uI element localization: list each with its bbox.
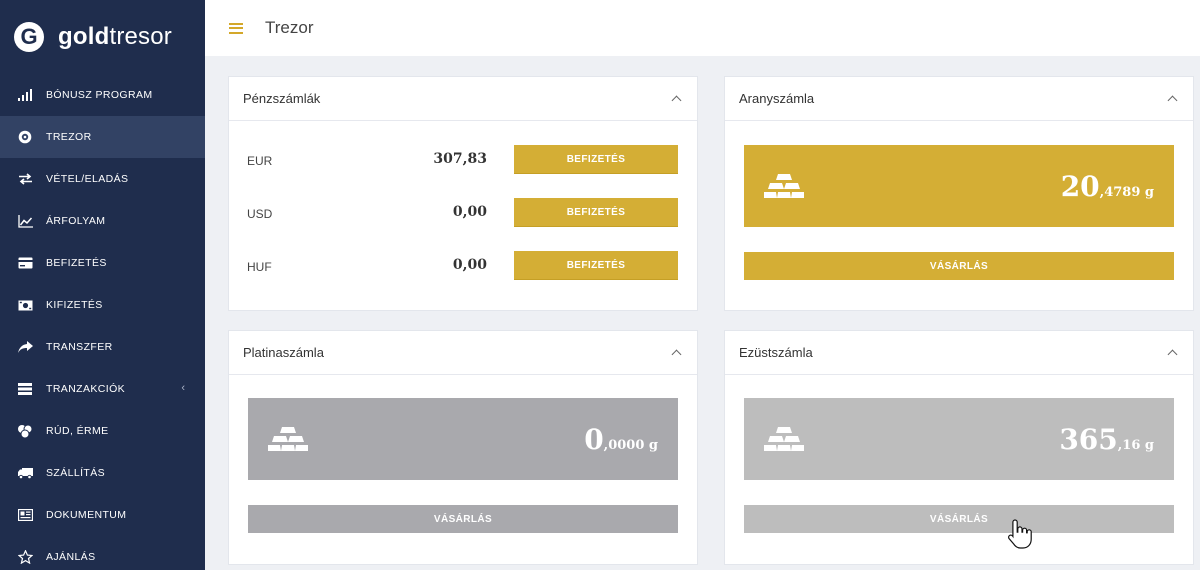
sidebar: G goldtresor BÓNUSZ PROGRAM TREZOR VÉTEL… — [0, 0, 205, 570]
currency-amount: 0,00 — [452, 204, 487, 220]
currency-amount: 307,83 — [433, 151, 487, 167]
currency-code: EUR — [247, 154, 273, 168]
sidebar-item-befizetes[interactable]: BEFIZETÉS — [0, 242, 205, 284]
hamburger-menu-icon[interactable] — [229, 22, 243, 34]
sidebar-item-trezor[interactable]: TREZOR — [0, 116, 205, 158]
logo-text-light: tresor — [109, 23, 173, 50]
page-title: Trezor — [265, 18, 314, 37]
logo-mark-icon: G — [14, 22, 44, 52]
silver-balance-box: 365,16 g — [744, 398, 1174, 480]
exchange-icon — [17, 171, 33, 187]
sidebar-item-rud-erme[interactable]: RÚD, ÉRME — [0, 410, 205, 452]
chevron-up-icon[interactable] — [671, 94, 681, 104]
sidebar-item-label: BEFIZETÉS — [46, 257, 107, 269]
silver-account-card: Ezüstszámla 365,16 g VÁSÁRLÁS — [724, 330, 1194, 565]
share-arrow-icon — [17, 339, 33, 355]
gold-balance: 20,4789 g — [1061, 170, 1154, 203]
credit-card-icon — [17, 255, 33, 271]
star-icon — [17, 549, 33, 565]
chevron-left-icon[interactable]: ‹ — [181, 382, 185, 394]
platinum-bars-icon — [268, 427, 308, 451]
sidebar-item-label: DOKUMENTUM — [46, 509, 127, 521]
sidebar-item-dokumentum[interactable]: DOKUMENTUM — [0, 494, 205, 536]
coins-icon — [17, 423, 33, 439]
card-title: Platinaszámla — [243, 345, 324, 360]
sidebar-item-tranzakciok[interactable]: TRANZAKCIÓK ‹ — [0, 368, 205, 410]
logo[interactable]: G goldtresor — [0, 0, 205, 74]
sidebar-item-label: VÉTEL/ELADÁS — [46, 173, 129, 185]
platinum-account-card: Platinaszámla 0,0000 g VÁSÁRLÁS — [228, 330, 698, 565]
currency-code: HUF — [247, 260, 272, 274]
silver-bars-icon — [764, 427, 804, 451]
currency-row-huf: HUF 0,00 BEFIZETÉS — [229, 251, 697, 281]
balance-fraction: ,4789 g — [1099, 184, 1154, 200]
currency-row-usd: USD 0,00 BEFIZETÉS — [229, 198, 697, 228]
balance-whole: 0 — [584, 422, 604, 456]
sidebar-item-szallitas[interactable]: SZÁLLÍTÁS — [0, 452, 205, 494]
sidebar-item-label: RÚD, ÉRME — [46, 425, 109, 437]
logo-text: goldtresor — [58, 23, 172, 51]
balance-whole: 20 — [1060, 169, 1100, 203]
sidebar-item-kifizetes[interactable]: KIFIZETÉS — [0, 284, 205, 326]
sidebar-item-bonusz-program[interactable]: BÓNUSZ PROGRAM — [0, 74, 205, 116]
gold-buy-button[interactable]: VÁSÁRLÁS — [744, 252, 1174, 280]
deposit-button-eur[interactable]: BEFIZETÉS — [514, 145, 678, 174]
sidebar-item-label: KIFIZETÉS — [46, 299, 103, 311]
balance-fraction: ,0000 g — [603, 437, 658, 453]
logo-text-bold: gold — [58, 23, 110, 50]
money-icon — [17, 297, 33, 313]
balance-fraction: ,16 g — [1117, 437, 1154, 453]
list-icon — [17, 381, 33, 397]
sidebar-item-label: TRANZAKCIÓK — [46, 383, 126, 395]
sidebar-item-vetel-eladas[interactable]: VÉTEL/ELADÁS — [0, 158, 205, 200]
cash-accounts-card: Pénzszámlák EUR 307,83 BEFIZETÉS USD 0,0… — [228, 76, 698, 311]
card-header: Pénzszámlák — [229, 77, 697, 121]
deposit-button-huf[interactable]: BEFIZETÉS — [514, 251, 678, 280]
silver-buy-button[interactable]: VÁSÁRLÁS — [744, 505, 1174, 533]
chevron-up-icon[interactable] — [1167, 348, 1177, 358]
sidebar-item-arfolyam[interactable]: ÁRFOLYAM — [0, 200, 205, 242]
platinum-balance: 0,0000 g — [584, 423, 658, 456]
currency-row-eur: EUR 307,83 BEFIZETÉS — [229, 145, 697, 175]
sidebar-item-transzfer[interactable]: TRANSZFER — [0, 326, 205, 368]
sidebar-item-label: ÁRFOLYAM — [46, 215, 106, 227]
card-title: Ezüstszámla — [739, 345, 813, 360]
currency-code: USD — [247, 207, 273, 221]
card-header: Platinaszámla — [229, 331, 697, 375]
gold-account-card: Aranyszámla 20,4789 g VÁSÁRLÁS — [724, 76, 1194, 311]
topbar: Trezor — [205, 0, 1200, 56]
card-title: Pénzszámlák — [243, 91, 321, 106]
chevron-up-icon[interactable] — [671, 348, 681, 358]
bar-chart-icon — [17, 87, 33, 103]
document-icon — [17, 507, 33, 523]
sidebar-item-label: BÓNUSZ PROGRAM — [46, 89, 153, 101]
silver-balance: 365,16 g — [1059, 423, 1154, 456]
card-header: Ezüstszámla — [725, 331, 1193, 375]
card-header: Aranyszámla — [725, 77, 1193, 121]
card-title: Aranyszámla — [739, 91, 815, 106]
line-chart-icon — [17, 213, 33, 229]
sidebar-item-ajanlas[interactable]: AJÁNLÁS — [0, 536, 205, 570]
currency-amount: 0,00 — [452, 257, 487, 273]
balance-whole: 365 — [1059, 422, 1118, 456]
gold-balance-box: 20,4789 g — [744, 145, 1174, 227]
sidebar-item-label: TRANSZFER — [46, 341, 113, 353]
vault-icon — [17, 129, 33, 145]
deposit-button-usd[interactable]: BEFIZETÉS — [514, 198, 678, 227]
sidebar-item-label: TREZOR — [46, 131, 92, 143]
hand-pointer-cursor-icon — [1008, 519, 1032, 549]
sidebar-item-label: SZÁLLÍTÁS — [46, 467, 106, 479]
gold-bars-icon — [764, 174, 804, 198]
chevron-up-icon[interactable] — [1167, 94, 1177, 104]
sidebar-item-label: AJÁNLÁS — [46, 551, 96, 563]
sidebar-nav: BÓNUSZ PROGRAM TREZOR VÉTEL/ELADÁS ÁRFOL… — [0, 74, 205, 570]
platinum-balance-box: 0,0000 g — [248, 398, 678, 480]
platinum-buy-button[interactable]: VÁSÁRLÁS — [248, 505, 678, 533]
truck-icon — [17, 465, 33, 481]
